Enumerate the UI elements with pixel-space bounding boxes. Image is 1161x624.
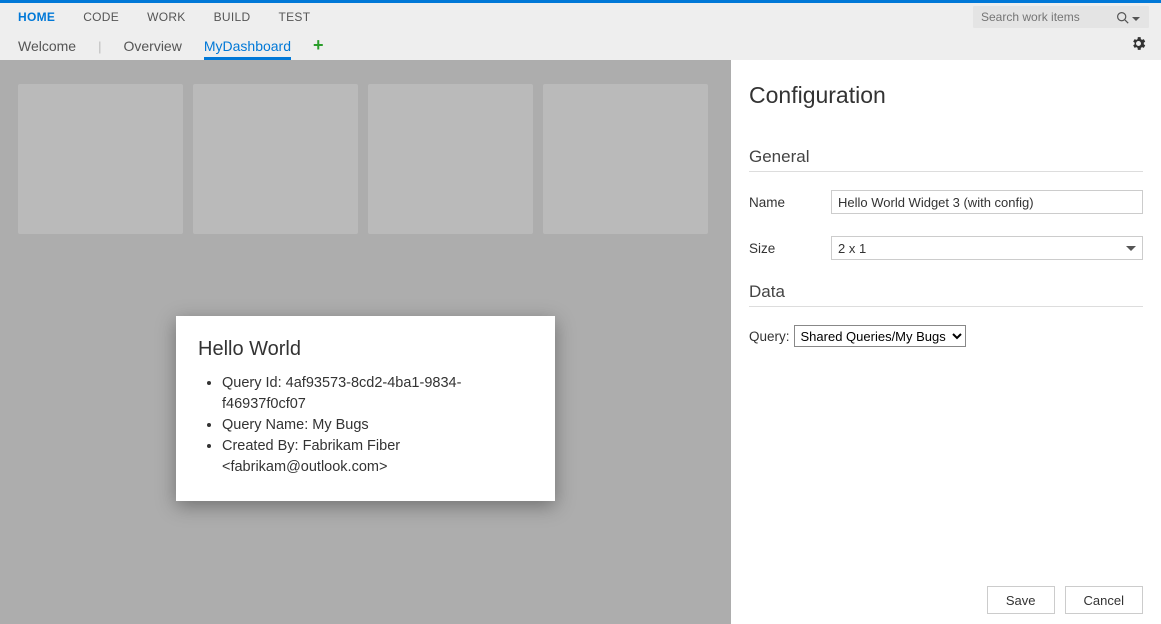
tab-code[interactable]: CODE (83, 10, 119, 24)
widget-placeholder[interactable] (193, 84, 358, 234)
subtab-mydashboard[interactable]: MyDashboard (204, 38, 291, 60)
tab-work[interactable]: WORK (147, 10, 186, 24)
subtab-overview[interactable]: Overview (123, 38, 181, 60)
main-area: Hello World Query Id: 4af93573-8cd2-4ba1… (0, 60, 1161, 624)
list-item: Query Id: 4af93573-8cd2-4ba1-9834-f46937… (222, 373, 533, 415)
widget-placeholder[interactable] (18, 84, 183, 234)
config-panel: Configuration General Name Size 2 x 1 Da… (731, 60, 1161, 624)
dashboard-canvas: Hello World Query Id: 4af93573-8cd2-4ba1… (0, 60, 731, 624)
widget-placeholder[interactable] (543, 84, 708, 234)
query-select[interactable]: Shared Queries/My Bugs (794, 325, 966, 347)
panel-footer: Save Cancel (987, 586, 1143, 614)
query-row: Query: Shared Queries/My Bugs (749, 325, 1143, 347)
tab-home[interactable]: HOME (18, 10, 55, 24)
tab-build[interactable]: BUILD (214, 10, 251, 24)
add-tab-button[interactable]: + (313, 35, 324, 60)
chevron-down-icon (1126, 246, 1136, 251)
widget-title: Hello World (198, 338, 533, 361)
list-item: Query Name: My Bugs (222, 415, 533, 436)
widget-placeholder[interactable] (368, 84, 533, 234)
query-label: Query: (749, 329, 790, 344)
size-value: 2 x 1 (838, 241, 866, 256)
name-input[interactable] (831, 190, 1143, 214)
cancel-button[interactable]: Cancel (1065, 586, 1143, 614)
subtab-welcome[interactable]: Welcome (18, 38, 76, 60)
save-button[interactable]: Save (987, 586, 1055, 614)
search-box[interactable] (973, 6, 1149, 28)
section-general: General (749, 147, 1143, 172)
primary-nav: HOME CODE WORK BUILD TEST (0, 3, 1161, 30)
widget-list: Query Id: 4af93573-8cd2-4ba1-9834-f46937… (198, 373, 533, 478)
gear-icon[interactable] (1130, 35, 1147, 55)
secondary-nav: Welcome | Overview MyDashboard + (0, 30, 1161, 60)
size-row: Size 2 x 1 (749, 236, 1143, 260)
size-select[interactable]: 2 x 1 (831, 236, 1143, 260)
name-label: Name (749, 195, 831, 210)
tab-test[interactable]: TEST (278, 10, 310, 24)
tab-separator: | (98, 39, 101, 60)
widget-placeholders (18, 84, 713, 234)
hello-world-widget[interactable]: Hello World Query Id: 4af93573-8cd2-4ba1… (176, 316, 555, 501)
size-label: Size (749, 241, 831, 256)
name-row: Name (749, 190, 1143, 214)
list-item: Created By: Fabrikam Fiber <fabrikam@out… (222, 436, 533, 478)
search-icon[interactable] (1113, 11, 1143, 24)
section-data: Data (749, 282, 1143, 307)
search-input[interactable] (973, 10, 1113, 24)
panel-title: Configuration (749, 82, 1143, 109)
